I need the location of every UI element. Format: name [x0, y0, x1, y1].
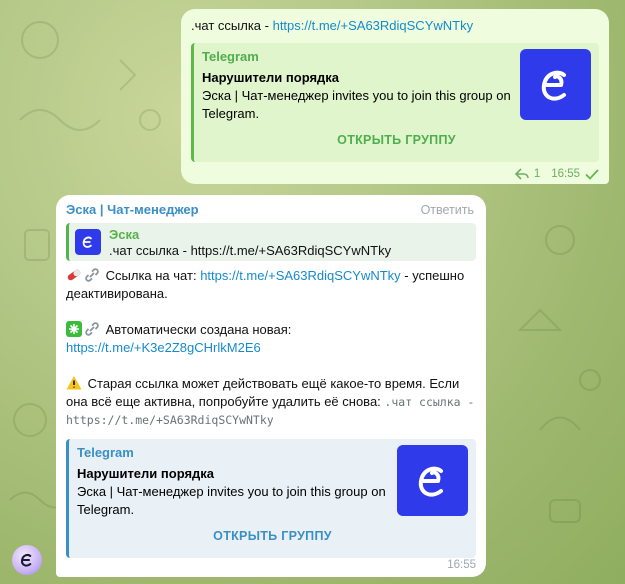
old-link-label: Ссылка на чат: [105, 268, 201, 283]
check-icon [585, 168, 599, 180]
link-preview[interactable]: Telegram Нарушители порядка Эска | Чат-м… [66, 439, 476, 558]
new-link-line: Автоматически создана новая: https://t.m… [66, 321, 476, 357]
message-meta: 1 16:55 [514, 168, 599, 180]
message-time: 16:55 [447, 559, 476, 571]
reply-arrow-icon [514, 168, 529, 180]
replies-count: 1 [533, 168, 541, 180]
warning-icon [66, 376, 82, 390]
bot-avatar[interactable] [12, 545, 42, 575]
quote-author: Эска [109, 227, 140, 242]
deactivated-line: Ссылка на чат: https://t.me/+SA63RdiqSCY… [66, 267, 476, 303]
message-time: 16:55 [551, 168, 580, 180]
old-link[interactable]: https://t.me/+SA63RdiqSCYwNTky [200, 268, 401, 283]
group-logo-icon [397, 445, 468, 516]
link-preview[interactable]: Telegram Нарушители порядка Эска | Чат-м… [191, 43, 599, 162]
sparkle-icon [66, 321, 82, 337]
pill-icon [67, 269, 81, 281]
group-logo-icon [520, 49, 591, 120]
quote-text: .чат ссылка - https://t.me/+SA63RdiqSCYw… [109, 243, 392, 258]
warning-line: Старая ссылка может действовать ещё како… [66, 375, 476, 429]
quoted-message[interactable]: Эска .чат ссылка - https://t.me/+SA63Rdi… [66, 223, 476, 261]
outgoing-message[interactable]: .чат ссылка - https://t.me/+SA63RdiqSCYw… [181, 9, 609, 184]
new-link-label: Автоматически создана новая: [105, 322, 292, 337]
sender-name[interactable]: Эска | Чат-менеджер [66, 202, 476, 217]
preview-description: Эска | Чат-менеджер invites you to join … [77, 484, 386, 517]
link-icon [85, 322, 99, 336]
open-group-button[interactable]: ОТКРЫТЬ ГРУППУ [202, 123, 591, 159]
link-icon [85, 268, 99, 282]
preview-description: Эска | Чат-менеджер invites you to join … [202, 88, 511, 121]
incoming-message[interactable]: Эска | Чат-менеджер Ответить Эска .чат с… [56, 195, 486, 577]
new-link[interactable]: https://t.me/+K3e2Z8gCHrlkM2E6 [66, 340, 261, 355]
quote-avatar-icon [75, 229, 101, 255]
message-body: Ссылка на чат: https://t.me/+SA63RdiqSCY… [66, 267, 476, 429]
reply-button[interactable]: Ответить [421, 203, 474, 217]
open-group-button[interactable]: ОТКРЫТЬ ГРУППУ [77, 519, 468, 555]
outgoing-text: .чат ссылка - https://t.me/+SA63RdiqSCYw… [191, 17, 599, 35]
outgoing-text-prefix: .чат ссылка - [191, 18, 273, 33]
outgoing-link[interactable]: https://t.me/+SA63RdiqSCYwNTky [273, 18, 474, 33]
